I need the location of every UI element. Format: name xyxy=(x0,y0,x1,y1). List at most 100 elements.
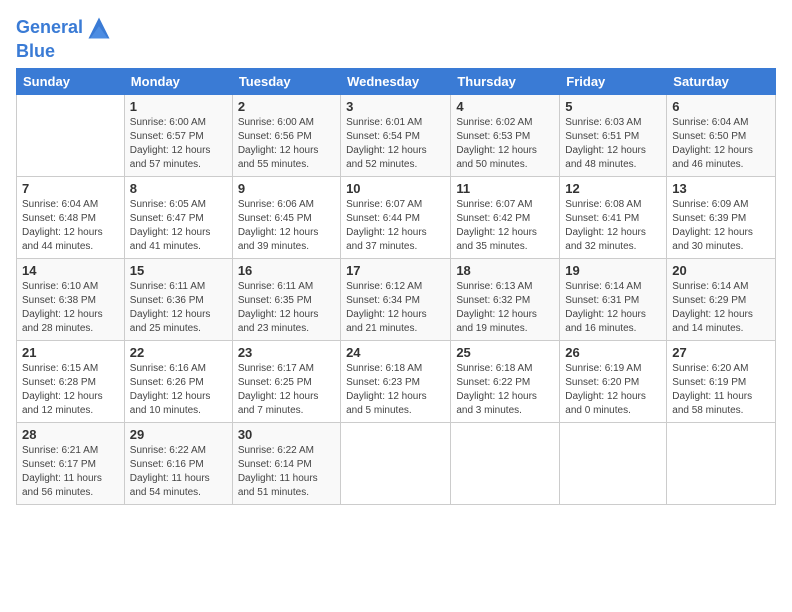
day-number: 19 xyxy=(565,263,661,278)
day-number: 15 xyxy=(130,263,227,278)
day-info: Sunrise: 6:04 AM Sunset: 6:50 PM Dayligh… xyxy=(672,116,770,172)
day-info: Sunrise: 6:22 AM Sunset: 6:14 PM Dayligh… xyxy=(238,444,335,500)
day-info: Sunrise: 6:09 AM Sunset: 6:39 PM Dayligh… xyxy=(672,198,770,254)
logo-text-line1: General xyxy=(16,18,83,38)
cell-2-1: 15 Sunrise: 6:11 AM Sunset: 6:36 PM Dayli… xyxy=(124,258,232,340)
day-number: 30 xyxy=(238,427,335,442)
logo-text-line2: Blue xyxy=(16,42,113,62)
day-number: 26 xyxy=(565,345,661,360)
header: General Blue xyxy=(16,10,776,62)
day-number: 13 xyxy=(672,181,770,196)
header-row: SundayMondayTuesdayWednesdayThursdayFrid… xyxy=(17,68,776,94)
cell-3-4: 25Sunrise: 6:18 AM Sunset: 6:22 PM Dayli… xyxy=(451,340,560,422)
header-friday: Friday xyxy=(560,68,667,94)
cell-0-2: 2 Sunrise: 6:00 AM Sunset: 6:56 PM Daylig… xyxy=(232,94,340,176)
day-number: 1 xyxy=(130,99,227,114)
cell-1-1: 8 Sunrise: 6:05 AM Sunset: 6:47 PM Daylig… xyxy=(124,176,232,258)
day-info: Sunrise: 6:14 AM Sunset: 6:31 PM Dayligh… xyxy=(565,280,661,336)
day-number: 18 xyxy=(456,263,554,278)
day-info: Sunrise: 6:00 AM Sunset: 6:57 PM Dayligh… xyxy=(130,116,227,172)
day-number: 4 xyxy=(456,99,554,114)
day-info: Sunrise: 6:11 AM Sunset: 6:36 PM Dayligh… xyxy=(130,280,227,336)
day-info: Sunrise: 6:07 AM Sunset: 6:44 PM Dayligh… xyxy=(346,198,445,254)
cell-0-1: 1 Sunrise: 6:00 AM Sunset: 6:57 PM Daylig… xyxy=(124,94,232,176)
day-number: 28 xyxy=(22,427,119,442)
cell-3-2: 23 Sunrise: 6:17 AM Sunset: 6:25 PM Dayli… xyxy=(232,340,340,422)
day-info: Sunrise: 6:04 AM Sunset: 6:48 PM Dayligh… xyxy=(22,198,119,254)
cell-0-6: 6Sunrise: 6:04 AM Sunset: 6:50 PM Daylig… xyxy=(667,94,776,176)
day-info: Sunrise: 6:02 AM Sunset: 6:53 PM Dayligh… xyxy=(456,116,554,172)
header-wednesday: Wednesday xyxy=(341,68,451,94)
cell-2-6: 20 Sunrise: 6:14 AM Sunset: 6:29 PM Dayli… xyxy=(667,258,776,340)
logo-icon xyxy=(85,14,113,42)
header-monday: Monday xyxy=(124,68,232,94)
cell-1-4: 11Sunrise: 6:07 AM Sunset: 6:42 PM Dayli… xyxy=(451,176,560,258)
cell-1-2: 9Sunrise: 6:06 AM Sunset: 6:45 PM Daylig… xyxy=(232,176,340,258)
cell-2-5: 19 Sunrise: 6:14 AM Sunset: 6:31 PM Dayli… xyxy=(560,258,667,340)
cell-3-6: 27 Sunrise: 6:20 AM Sunset: 6:19 PM Dayli… xyxy=(667,340,776,422)
logo: General Blue xyxy=(16,14,113,62)
day-info: Sunrise: 6:08 AM Sunset: 6:41 PM Dayligh… xyxy=(565,198,661,254)
cell-4-0: 28 Sunrise: 6:21 AM Sunset: 6:17 PM Dayli… xyxy=(17,422,125,504)
cell-0-4: 4 Sunrise: 6:02 AM Sunset: 6:53 PM Daylig… xyxy=(451,94,560,176)
cell-4-6 xyxy=(667,422,776,504)
cell-2-2: 16 Sunrise: 6:11 AM Sunset: 6:35 PM Dayli… xyxy=(232,258,340,340)
cell-0-3: 3Sunrise: 6:01 AM Sunset: 6:54 PM Daylig… xyxy=(341,94,451,176)
day-info: Sunrise: 6:06 AM Sunset: 6:45 PM Dayligh… xyxy=(238,198,335,254)
day-number: 8 xyxy=(130,181,227,196)
header-thursday: Thursday xyxy=(451,68,560,94)
cell-4-5 xyxy=(560,422,667,504)
cell-4-4 xyxy=(451,422,560,504)
day-info: Sunrise: 6:19 AM Sunset: 6:20 PM Dayligh… xyxy=(565,362,661,418)
day-number: 16 xyxy=(238,263,335,278)
day-number: 14 xyxy=(22,263,119,278)
day-info: Sunrise: 6:00 AM Sunset: 6:56 PM Dayligh… xyxy=(238,116,335,172)
day-number: 27 xyxy=(672,345,770,360)
page: General Blue SundayMondayTuesdayWednesda… xyxy=(0,0,792,515)
day-number: 20 xyxy=(672,263,770,278)
cell-1-5: 12 Sunrise: 6:08 AM Sunset: 6:41 PM Dayli… xyxy=(560,176,667,258)
day-number: 21 xyxy=(22,345,119,360)
day-number: 12 xyxy=(565,181,661,196)
day-number: 10 xyxy=(346,181,445,196)
day-info: Sunrise: 6:14 AM Sunset: 6:29 PM Dayligh… xyxy=(672,280,770,336)
day-info: Sunrise: 6:11 AM Sunset: 6:35 PM Dayligh… xyxy=(238,280,335,336)
header-tuesday: Tuesday xyxy=(232,68,340,94)
week-row-1: 7Sunrise: 6:04 AM Sunset: 6:48 PM Daylig… xyxy=(17,176,776,258)
day-info: Sunrise: 6:01 AM Sunset: 6:54 PM Dayligh… xyxy=(346,116,445,172)
cell-1-0: 7Sunrise: 6:04 AM Sunset: 6:48 PM Daylig… xyxy=(17,176,125,258)
header-saturday: Saturday xyxy=(667,68,776,94)
header-sunday: Sunday xyxy=(17,68,125,94)
day-number: 24 xyxy=(346,345,445,360)
day-info: Sunrise: 6:10 AM Sunset: 6:38 PM Dayligh… xyxy=(22,280,119,336)
cell-3-0: 21 Sunrise: 6:15 AM Sunset: 6:28 PM Dayli… xyxy=(17,340,125,422)
cell-0-5: 5Sunrise: 6:03 AM Sunset: 6:51 PM Daylig… xyxy=(560,94,667,176)
week-row-0: 1 Sunrise: 6:00 AM Sunset: 6:57 PM Daylig… xyxy=(17,94,776,176)
day-number: 23 xyxy=(238,345,335,360)
calendar-table: SundayMondayTuesdayWednesdayThursdayFrid… xyxy=(16,68,776,505)
day-info: Sunrise: 6:17 AM Sunset: 6:25 PM Dayligh… xyxy=(238,362,335,418)
cell-2-4: 18Sunrise: 6:13 AM Sunset: 6:32 PM Dayli… xyxy=(451,258,560,340)
day-info: Sunrise: 6:15 AM Sunset: 6:28 PM Dayligh… xyxy=(22,362,119,418)
cell-1-6: 13 Sunrise: 6:09 AM Sunset: 6:39 PM Dayli… xyxy=(667,176,776,258)
day-info: Sunrise: 6:20 AM Sunset: 6:19 PM Dayligh… xyxy=(672,362,770,418)
cell-3-1: 22Sunrise: 6:16 AM Sunset: 6:26 PM Dayli… xyxy=(124,340,232,422)
day-info: Sunrise: 6:07 AM Sunset: 6:42 PM Dayligh… xyxy=(456,198,554,254)
day-info: Sunrise: 6:05 AM Sunset: 6:47 PM Dayligh… xyxy=(130,198,227,254)
cell-2-3: 17Sunrise: 6:12 AM Sunset: 6:34 PM Dayli… xyxy=(341,258,451,340)
cell-4-2: 30 Sunrise: 6:22 AM Sunset: 6:14 PM Dayli… xyxy=(232,422,340,504)
day-info: Sunrise: 6:18 AM Sunset: 6:22 PM Dayligh… xyxy=(456,362,554,418)
day-info: Sunrise: 6:18 AM Sunset: 6:23 PM Dayligh… xyxy=(346,362,445,418)
day-info: Sunrise: 6:22 AM Sunset: 6:16 PM Dayligh… xyxy=(130,444,227,500)
day-number: 2 xyxy=(238,99,335,114)
cell-0-0 xyxy=(17,94,125,176)
cell-3-3: 24 Sunrise: 6:18 AM Sunset: 6:23 PM Dayli… xyxy=(341,340,451,422)
cell-4-3 xyxy=(341,422,451,504)
cell-4-1: 29Sunrise: 6:22 AM Sunset: 6:16 PM Dayli… xyxy=(124,422,232,504)
day-number: 22 xyxy=(130,345,227,360)
cell-3-5: 26 Sunrise: 6:19 AM Sunset: 6:20 PM Dayli… xyxy=(560,340,667,422)
week-row-4: 28 Sunrise: 6:21 AM Sunset: 6:17 PM Dayli… xyxy=(17,422,776,504)
week-row-3: 21 Sunrise: 6:15 AM Sunset: 6:28 PM Dayli… xyxy=(17,340,776,422)
day-info: Sunrise: 6:21 AM Sunset: 6:17 PM Dayligh… xyxy=(22,444,119,500)
day-info: Sunrise: 6:12 AM Sunset: 6:34 PM Dayligh… xyxy=(346,280,445,336)
